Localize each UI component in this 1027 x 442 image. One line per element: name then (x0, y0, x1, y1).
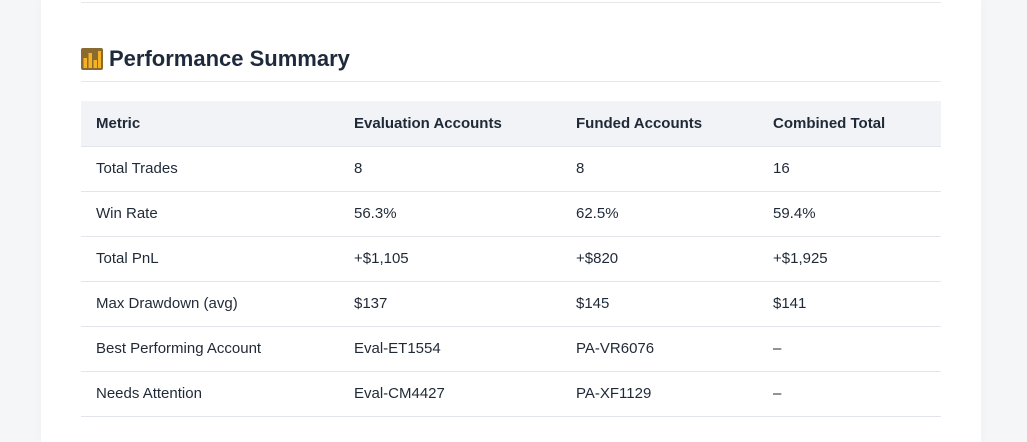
table-cell-combined: $141 (758, 281, 941, 327)
table-cell-combined: 16 (758, 146, 941, 192)
table-cell-combined: – (758, 371, 941, 417)
performance-summary-table: Metric Evaluation Accounts Funded Accoun… (81, 101, 941, 417)
table-cell-funded: 8 (561, 146, 758, 192)
table-cell-funded: PA-VR6076 (561, 326, 758, 372)
column-header-evaluation-accounts: Evaluation Accounts (339, 101, 561, 147)
table-header-row: Metric Evaluation Accounts Funded Accoun… (81, 101, 941, 147)
table-cell-funded: 62.5% (561, 191, 758, 237)
table-cell-funded: PA-XF1129 (561, 371, 758, 417)
table-row: Max Drawdown (avg) $137 $145 $141 (81, 281, 941, 327)
table-cell-metric: Total PnL (81, 236, 339, 282)
table-cell-funded: $145 (561, 281, 758, 327)
table-cell-funded: +$820 (561, 236, 758, 282)
column-header-funded-accounts: Funded Accounts (561, 101, 758, 147)
table-cell-combined: 59.4% (758, 191, 941, 237)
table-row: Best Performing Account Eval-ET1554 PA-V… (81, 326, 941, 372)
table-row: Total PnL +$1,105 +$820 +$1,925 (81, 236, 941, 282)
table-cell-evaluation: $137 (339, 281, 561, 327)
top-divider (81, 2, 941, 3)
table-cell-evaluation: Eval-CM4427 (339, 371, 561, 417)
column-header-metric: Metric (81, 101, 339, 147)
table-cell-combined: – (758, 326, 941, 372)
table-cell-metric: Win Rate (81, 191, 339, 237)
content-card: Performance Summary Metric Evaluation Ac… (41, 0, 981, 442)
table-cell-evaluation: 8 (339, 146, 561, 192)
table-cell-evaluation: Eval-ET1554 (339, 326, 561, 372)
table-row: Win Rate 56.3% 62.5% 59.4% (81, 191, 941, 237)
table-cell-metric: Needs Attention (81, 371, 339, 417)
table-cell-evaluation: +$1,105 (339, 236, 561, 282)
section-title: Performance Summary (109, 46, 350, 71)
column-header-combined-total: Combined Total (758, 101, 941, 147)
table-cell-combined: +$1,925 (758, 236, 941, 282)
section-header: Performance Summary (81, 45, 941, 82)
table-cell-evaluation: 56.3% (339, 191, 561, 237)
bar-chart-icon (81, 48, 103, 70)
table-cell-metric: Total Trades (81, 146, 339, 192)
table-row: Needs Attention Eval-CM4427 PA-XF1129 – (81, 371, 941, 417)
table-cell-metric: Best Performing Account (81, 326, 339, 372)
table-row: Total Trades 8 8 16 (81, 146, 941, 192)
table-cell-metric: Max Drawdown (avg) (81, 281, 339, 327)
